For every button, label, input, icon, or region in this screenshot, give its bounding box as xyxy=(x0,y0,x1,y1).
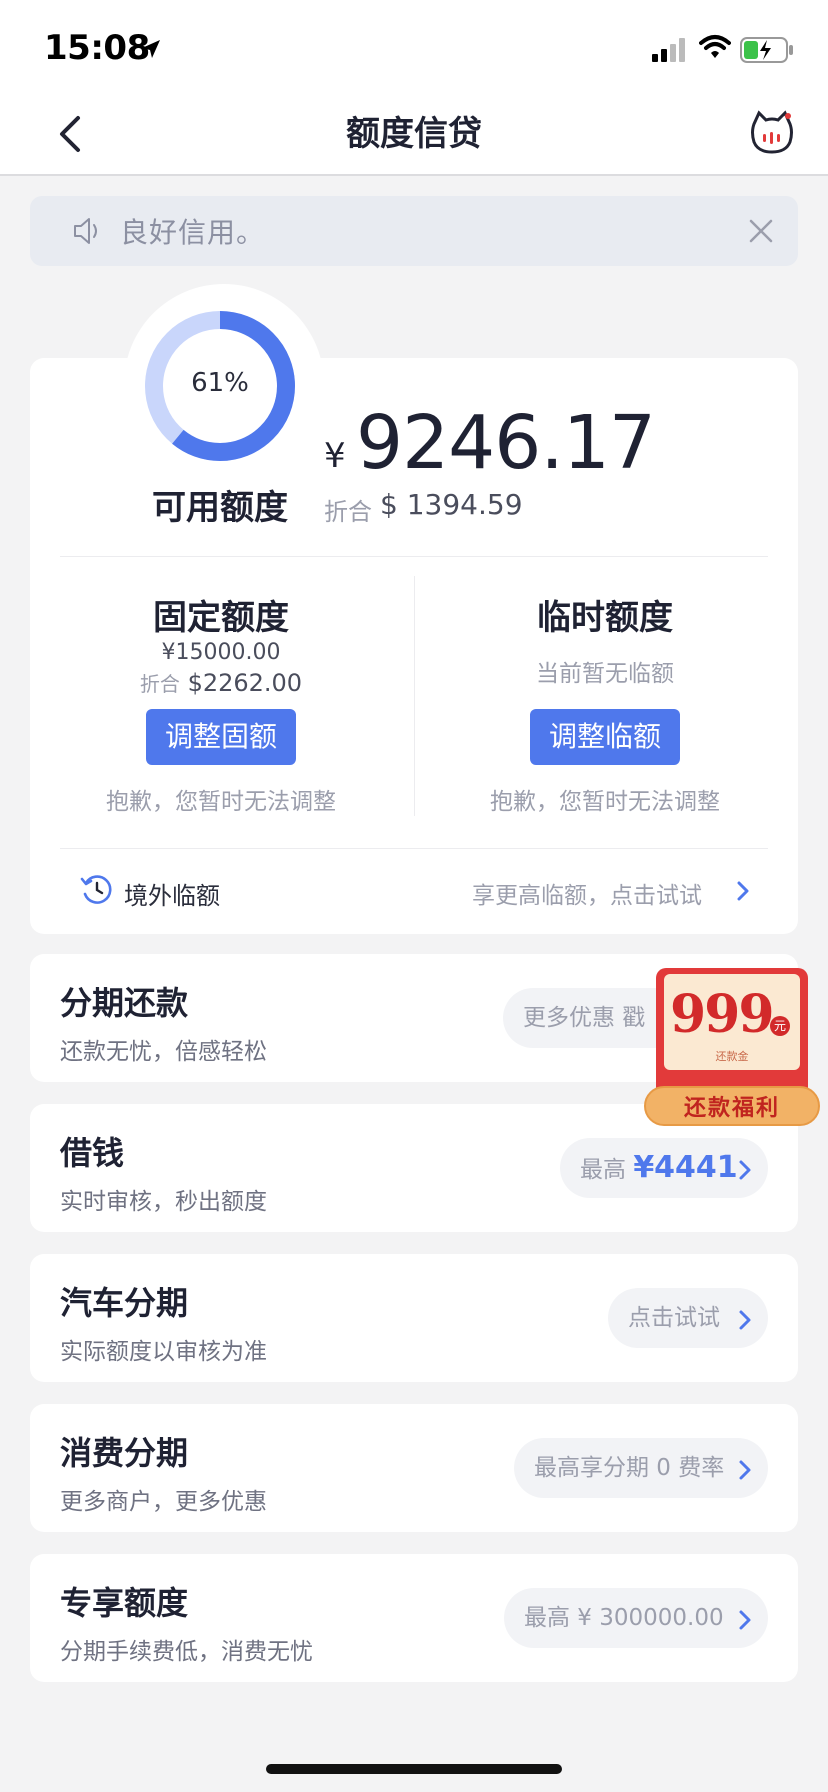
signal-icon xyxy=(652,38,685,62)
overseas-hint[interactable]: 享更高临额，点击试试 xyxy=(472,876,702,910)
chevron-right-icon xyxy=(739,1460,751,1480)
chevron-right-icon xyxy=(739,1160,751,1180)
adjust-temp-button[interactable]: 调整临额 xyxy=(530,709,680,765)
item-subtitle: 实际额度以审核为准 xyxy=(60,1339,267,1365)
item-subtitle: 更多商户，更多优惠 xyxy=(60,1489,267,1515)
list-item-car-installment[interactable]: 汽车分期 实际额度以审核为准 点击试试 xyxy=(30,1254,798,1382)
notice-bar[interactable]: 良好信用。 xyxy=(30,196,798,266)
notice-text: 良好信用。 xyxy=(120,216,266,249)
fixed-title: 固定额度 xyxy=(153,598,289,638)
item-subtitle: 分期手续费低，消费无忧 xyxy=(60,1639,313,1665)
list-item-consumer-installment[interactable]: 消费分期 更多商户，更多优惠 最高享分期 0 费率 xyxy=(30,1404,798,1532)
badge-small-text: 还款金 xyxy=(715,1050,749,1063)
badge-ribbon-text: 还款福利 xyxy=(683,1095,780,1121)
mascot-cat-icon[interactable] xyxy=(749,110,795,156)
fixed-note: 抱歉，您暂时无法调整 xyxy=(106,789,336,815)
pill-amount: ¥4441 xyxy=(633,1150,738,1185)
battery-icon xyxy=(740,37,793,63)
nav-bar: 额度信贷 xyxy=(0,96,828,176)
location-arrow-icon xyxy=(142,40,160,58)
rate-pill[interactable]: 最高享分期 0 费率 xyxy=(514,1438,768,1498)
item-title: 专享额度 xyxy=(60,1584,189,1622)
pill-prefix: 最高 xyxy=(580,1157,626,1183)
borrow-pill[interactable]: 最高 ¥4441 xyxy=(560,1138,768,1198)
fold-amount: $ 1394.59 xyxy=(380,488,523,521)
item-subtitle: 实时审核，秒出额度 xyxy=(60,1189,267,1215)
adjust-fixed-button[interactable]: 调整固额 xyxy=(146,709,296,765)
fixed-fold: 折合 $2262.00 xyxy=(56,668,386,697)
temp-title: 临时额度 xyxy=(537,598,673,638)
item-title: 分期还款 xyxy=(60,984,189,1022)
item-title: 消费分期 xyxy=(60,1434,189,1472)
column-divider xyxy=(414,576,415,816)
item-title: 借钱 xyxy=(60,1134,125,1172)
fold-label: 折合 xyxy=(324,498,372,526)
close-icon[interactable] xyxy=(748,218,774,244)
item-title: 汽车分期 xyxy=(60,1284,189,1322)
chevron-right-icon[interactable] xyxy=(736,880,750,902)
fixed-amount: ¥15000.00 xyxy=(161,640,281,665)
overseas-label[interactable]: 境外临额 xyxy=(124,876,220,911)
available-label: 可用额度 xyxy=(152,488,288,528)
page-title: 额度信贷 xyxy=(346,114,482,154)
divider xyxy=(60,848,768,849)
wifi-icon xyxy=(699,35,731,58)
currency-sign: ¥ xyxy=(324,436,346,476)
item-subtitle: 还款无忧，倍感轻松 xyxy=(60,1039,267,1065)
divider xyxy=(60,556,768,557)
clock-refresh-icon xyxy=(80,875,112,904)
chevron-right-icon xyxy=(739,1310,751,1330)
home-indicator[interactable] xyxy=(266,1764,562,1774)
fixed-fold-amount: $2262.00 xyxy=(187,669,303,697)
temp-status: 当前暂无临额 xyxy=(536,661,674,687)
chevron-right-icon xyxy=(739,1610,751,1630)
repay-benefit-badge[interactable]: 999 元 还款金 还款福利 xyxy=(642,968,820,1138)
badge-unit: 元 xyxy=(770,1016,790,1036)
speaker-icon xyxy=(74,218,97,244)
ring-percent: 61% xyxy=(191,368,249,398)
list-item-exclusive-credit[interactable]: 专享额度 分期手续费低，消费无忧 最高 ¥ 300000.00 xyxy=(30,1554,798,1682)
available-amount: 9246.17 xyxy=(356,400,656,486)
temp-note: 抱歉，您暂时无法调整 xyxy=(490,789,720,815)
status-bar: 15:08 xyxy=(0,0,828,96)
fixed-fold-label: 折合 xyxy=(139,672,180,696)
badge-amount: 999 xyxy=(670,984,775,1045)
status-time: 15:08 xyxy=(44,28,150,68)
max-pill[interactable]: 最高 ¥ 300000.00 xyxy=(504,1588,768,1648)
